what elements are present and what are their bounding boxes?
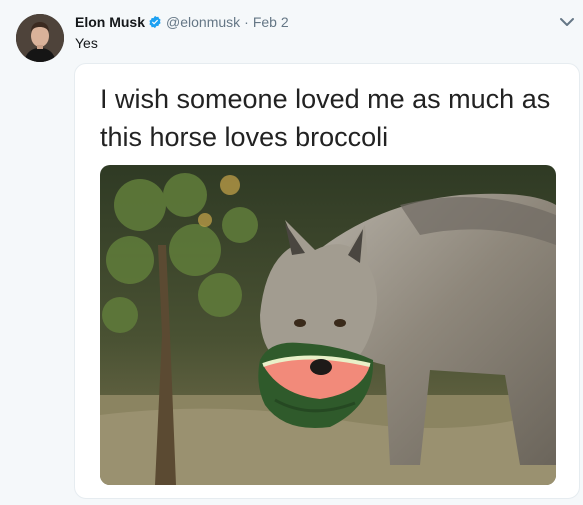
tweet-media[interactable]: I wish someone loved me as much as this … bbox=[74, 63, 580, 499]
author-name[interactable]: Elon Musk bbox=[75, 14, 145, 30]
author-handle[interactable]: @elonmusk bbox=[166, 14, 240, 30]
header-separator: · bbox=[244, 14, 249, 30]
wolf-photo bbox=[100, 165, 556, 485]
tweet-header: Elon Musk @elonmusk · Feb 2 bbox=[75, 13, 289, 31]
avatar-image bbox=[16, 14, 64, 62]
avatar[interactable] bbox=[16, 14, 64, 62]
chevron-down-icon[interactable] bbox=[559, 16, 575, 28]
tweet-text: Yes bbox=[75, 35, 98, 51]
verified-badge-icon bbox=[149, 15, 161, 29]
tweet-date[interactable]: Feb 2 bbox=[253, 14, 289, 30]
wolf-watermelon-image bbox=[100, 165, 556, 485]
meme-caption: I wish someone loved me as much as this … bbox=[100, 84, 551, 152]
tweet[interactable]: Elon Musk @elonmusk · Feb 2 Yes I wish some… bbox=[0, 0, 583, 505]
